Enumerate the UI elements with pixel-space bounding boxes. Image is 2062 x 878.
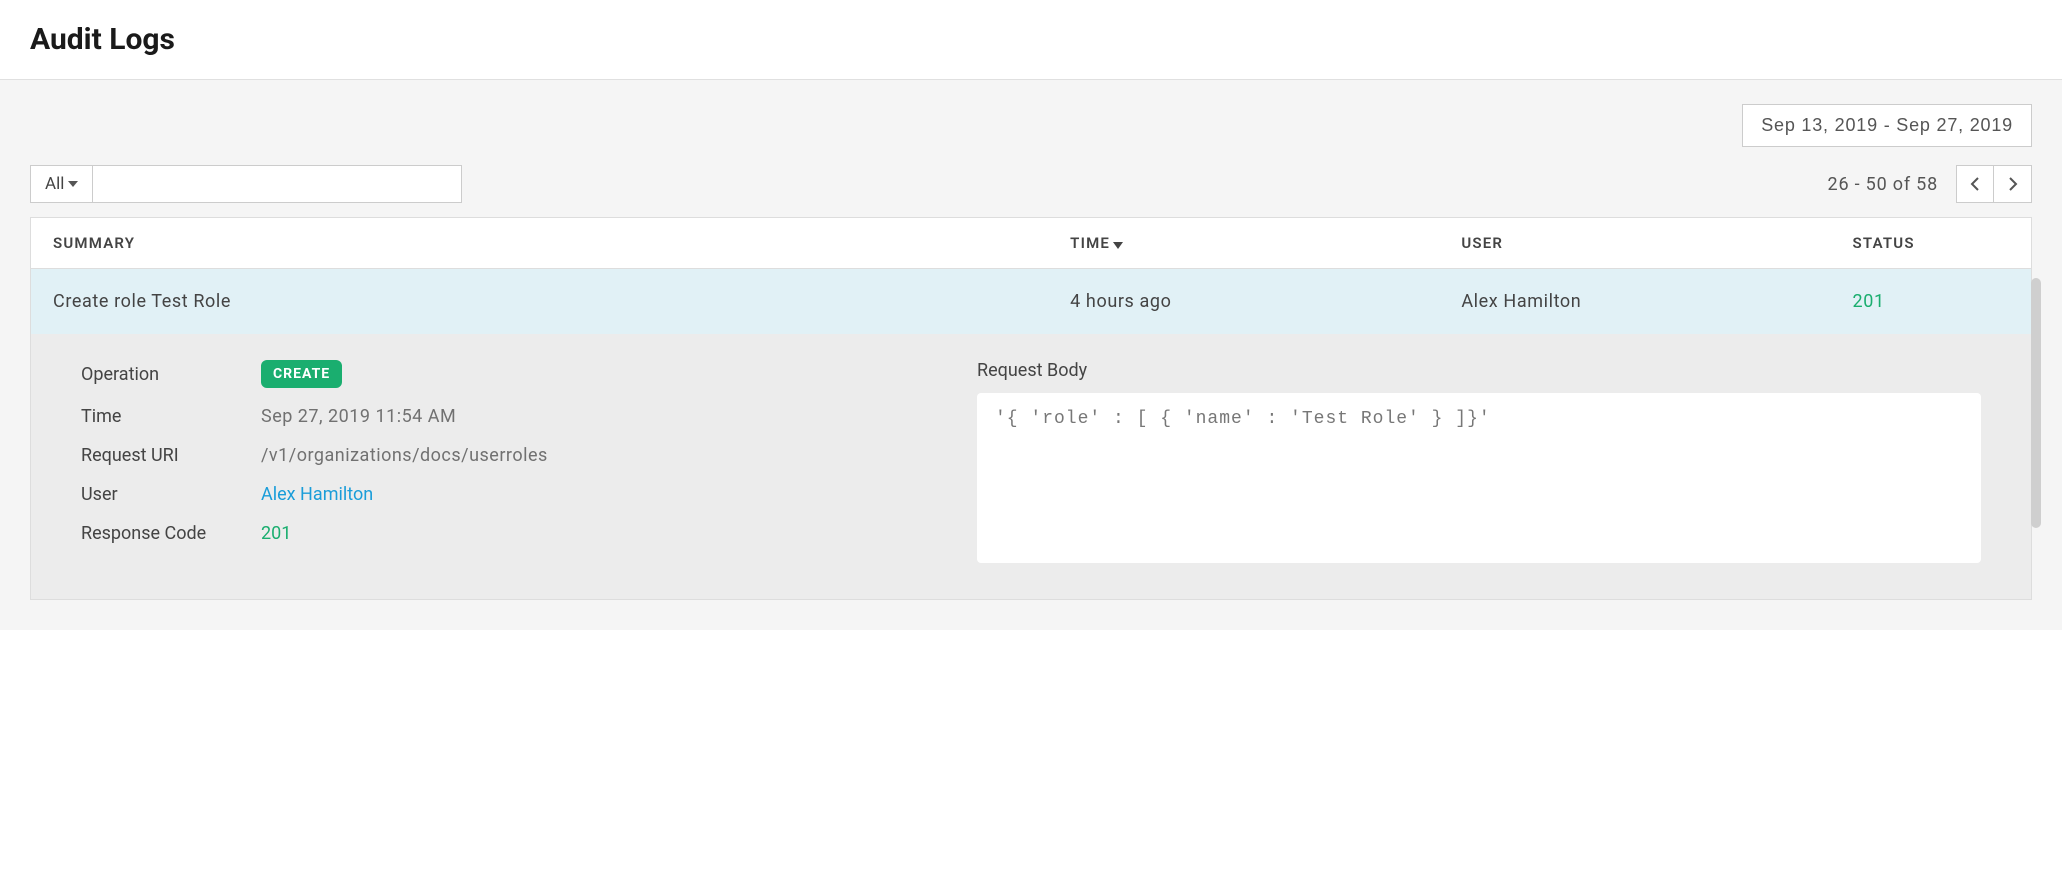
- uri-value: /v1/organizations/docs/userroles: [261, 445, 548, 466]
- operation-label: Operation: [81, 364, 261, 385]
- detail-time: Time Sep 27, 2019 11:54 AM: [81, 406, 917, 427]
- col-summary-header[interactable]: SUMMARY: [53, 234, 1070, 252]
- top-controls: Sep 13, 2019 - Sep 27, 2019: [30, 80, 2032, 147]
- col-user-header[interactable]: USER: [1461, 234, 1852, 252]
- table-row[interactable]: Create role Test Role 4 hours ago Alex H…: [31, 269, 2031, 334]
- sort-desc-icon: [1113, 242, 1123, 249]
- detail-user: User Alex Hamilton: [81, 484, 917, 505]
- detail-right: Request Body '{ 'role' : [ { 'name' : 'T…: [977, 360, 1981, 563]
- table-header: SUMMARY TIME USER STATUS: [31, 218, 2031, 269]
- pagination: 26 - 50 of 58: [1828, 165, 2032, 203]
- row-detail: Operation CREATE Time Sep 27, 2019 11:54…: [31, 334, 2031, 599]
- uri-label: Request URI: [81, 445, 261, 466]
- page-buttons: [1956, 165, 2032, 203]
- detail-uri: Request URI /v1/organizations/docs/userr…: [81, 445, 917, 466]
- cell-user: Alex Hamilton: [1461, 291, 1852, 312]
- col-time-label: TIME: [1070, 234, 1110, 252]
- col-status-header[interactable]: STATUS: [1853, 234, 2009, 252]
- next-page-button[interactable]: [1994, 165, 2032, 203]
- filter-row: All 26 - 50 of 58: [30, 165, 2032, 203]
- request-body-box: '{ 'role' : [ { 'name' : 'Test Role' } ]…: [977, 393, 1981, 563]
- date-range-picker[interactable]: Sep 13, 2019 - Sep 27, 2019: [1742, 104, 2032, 147]
- time-label: Time: [81, 406, 261, 427]
- page-info: 26 - 50 of 58: [1828, 174, 1938, 195]
- detail-left: Operation CREATE Time Sep 27, 2019 11:54…: [81, 360, 917, 563]
- request-body-label: Request Body: [977, 360, 1981, 381]
- filter-dropdown[interactable]: All: [30, 165, 92, 203]
- detail-operation: Operation CREATE: [81, 360, 917, 388]
- page-title: Audit Logs: [30, 22, 2032, 57]
- col-time-header[interactable]: TIME: [1070, 234, 1461, 252]
- chevron-left-icon: [1970, 177, 1980, 191]
- time-value: Sep 27, 2019 11:54 AM: [261, 406, 456, 427]
- page-header: Audit Logs: [0, 0, 2062, 80]
- chevron-right-icon: [2008, 177, 2018, 191]
- user-link[interactable]: Alex Hamilton: [261, 484, 373, 505]
- audit-table: SUMMARY TIME USER STATUS Create role Tes…: [30, 217, 2032, 600]
- cell-time: 4 hours ago: [1070, 291, 1461, 312]
- filter-dropdown-label: All: [45, 174, 64, 194]
- user-label: User: [81, 484, 261, 505]
- cell-summary: Create role Test Role: [53, 291, 1070, 312]
- filter-group: All: [30, 165, 462, 203]
- prev-page-button[interactable]: [1956, 165, 1994, 203]
- operation-badge: CREATE: [261, 360, 342, 388]
- response-label: Response Code: [81, 523, 261, 544]
- caret-down-icon: [68, 181, 78, 187]
- scrollbar-thumb[interactable]: [2031, 278, 2041, 528]
- response-value: 201: [261, 523, 291, 544]
- filter-input[interactable]: [92, 165, 462, 203]
- cell-status: 201: [1853, 291, 2009, 312]
- content-area: Sep 13, 2019 - Sep 27, 2019 All 26 - 50 …: [0, 80, 2062, 630]
- detail-response: Response Code 201: [81, 523, 917, 544]
